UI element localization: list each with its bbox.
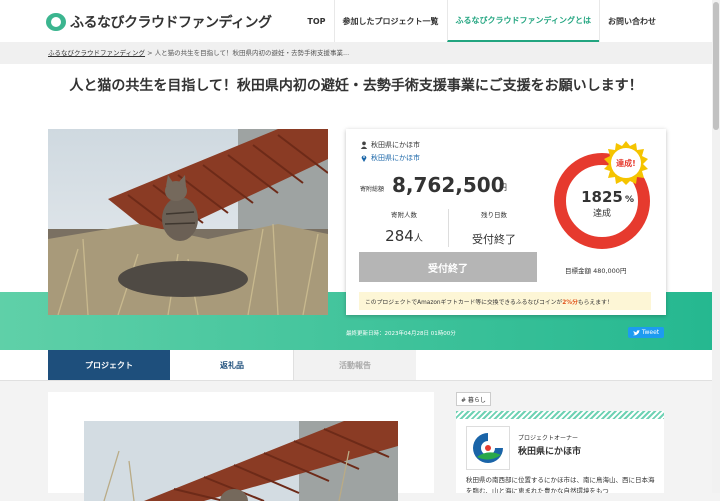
nav-about[interactable]: ふるなびクラウドファンディングとは — [446, 0, 599, 42]
remaining-stat: 残り日数 受付終了 — [450, 209, 538, 247]
scrollbar-thumb[interactable] — [713, 2, 719, 130]
breadcrumb-bar: ふるなびクラウドファンディング > 人と猫の共生を目指して！秋田県内初の避妊・去… — [0, 42, 712, 64]
notice-text-pre: このプロジェクトでAmazonギフトカード等に交換できるふるなびコインが — [365, 299, 563, 306]
tab-rewards[interactable]: 返礼品 — [171, 350, 294, 380]
category-tag[interactable]: # 暮らし — [456, 392, 491, 406]
site-header: ふるなびクラウドファンディング TOP 参加したプロジェクト一覧 ふるなびクラウ… — [0, 0, 712, 43]
municipality-logo — [466, 426, 510, 470]
content-photo — [84, 421, 398, 501]
coin-notice: このプロジェクトでAmazonギフトカード等に交換できるふるなびコインが 2%分も… — [359, 292, 651, 310]
owner-card-stripe — [456, 411, 664, 419]
tab-project[interactable]: プロジェクト — [48, 350, 170, 380]
breadcrumb-current: 人と猫の共生を目指して！秋田県内初の避妊・去勢手術支援事業... — [154, 49, 350, 57]
page-scrollbar[interactable] — [712, 0, 720, 493]
breadcrumb: ふるなびクラウドファンディング > 人と猫の共生を目指して！秋田県内初の避妊・去… — [48, 47, 349, 57]
achieved-badge: 達成! — [604, 141, 648, 185]
map-pin-icon — [361, 155, 367, 162]
supporters-value: 284 — [385, 227, 414, 245]
supporters-label: 寄附人数 — [391, 211, 417, 219]
goal-amount: 目標金額 480,000円 — [565, 267, 627, 275]
tweet-button[interactable]: Tweet — [628, 327, 664, 338]
twitter-bird-icon — [632, 329, 640, 335]
donation-unit: 円 — [499, 183, 507, 192]
remaining-label: 残り日数 — [481, 211, 507, 219]
nav-joined-projects[interactable]: 参加したプロジェクト一覧 — [333, 0, 447, 42]
location-row[interactable]: 秋田県にかほ市 — [360, 153, 420, 163]
notice-highlight: 2%分 — [562, 299, 578, 306]
stat-divider — [448, 209, 449, 247]
supporters-unit: 人 — [413, 234, 423, 244]
owner-row: 秋田県にかほ市 — [360, 140, 420, 150]
breadcrumb-home-link[interactable]: ふるなびクラウドファンディング — [48, 49, 145, 57]
closed-button[interactable]: 受付終了 — [359, 252, 537, 282]
last-updated: 最終更新日時：2023年04月28日 01時00分 — [346, 331, 456, 337]
donation-amount: 8,762,500 — [392, 173, 505, 197]
owner-name: 秋田県にかほ市 — [371, 141, 420, 149]
logo-text: ふるなびクラウドファンディング — [70, 15, 272, 31]
badge-text: 達成! — [616, 158, 636, 168]
nav-top[interactable]: TOP — [299, 0, 333, 42]
main-nav: TOP 参加したプロジェクト一覧 ふるなびクラウドファンディングとは お問い合わ… — [299, 0, 664, 42]
achieved-label: 達成 — [593, 207, 611, 219]
notice-text-post: もらえます！ — [577, 299, 613, 306]
tab-activity-report[interactable]: 活動報告 — [294, 350, 416, 380]
owner-role: プロジェクトオーナー — [518, 435, 579, 442]
nav-contact[interactable]: お問い合わせ — [599, 0, 664, 42]
funding-status-card: 秋田県にかほ市 秋田県にかほ市 寄附総額 8,762,500 円 寄附人数 28… — [346, 129, 666, 315]
remaining-value: 受付終了 — [472, 233, 516, 246]
logo-mark-icon — [46, 13, 66, 31]
project-owner-card: プロジェクトオーナー 秋田県にかほ市 秋田県の南西部に位置するにかほ市は、南に鳥… — [456, 411, 664, 493]
percent-sign: % — [625, 195, 634, 205]
project-content — [48, 392, 434, 501]
tweet-label: Tweet — [641, 329, 660, 336]
project-tabs: プロジェクト 返礼品 活動報告 — [0, 350, 712, 381]
owner-card-name[interactable]: 秋田県にかほ市 — [518, 444, 581, 457]
donation-label: 寄附総額 — [360, 186, 385, 193]
owner-description: 秋田県の南西部に位置するにかほ市は、南に鳥海山、西に日本海を臨む、山と海に恵まれ… — [466, 476, 655, 493]
project-main-photo — [48, 129, 328, 315]
percent-value: 1825 — [581, 188, 623, 206]
breadcrumb-separator: > — [147, 49, 153, 57]
page-title: 人と猫の共生を目指して！秋田県内初の避妊・去勢手術支援事業にご支援をお願いします… — [69, 78, 643, 94]
site-logo[interactable]: ふるなびクラウドファンディング — [46, 12, 272, 32]
user-icon — [360, 141, 368, 149]
location-link[interactable]: 秋田県にかほ市 — [371, 153, 420, 163]
supporters-stat: 寄附人数 284人 — [360, 209, 448, 245]
